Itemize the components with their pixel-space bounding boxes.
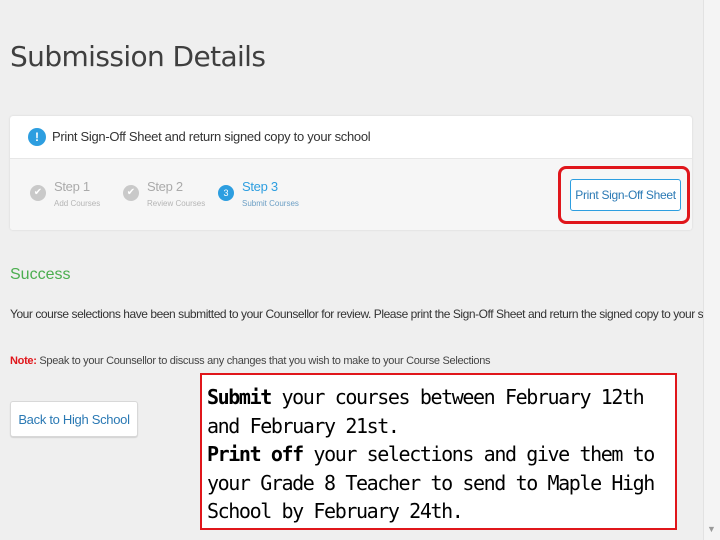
step-number-icon: 3 <box>218 185 234 201</box>
instructions-callout: Submit your courses between February 12t… <box>200 373 677 530</box>
submission-message: Your course selections have been submitt… <box>10 307 720 321</box>
scroll-down-icon[interactable]: ▼ <box>707 524 716 534</box>
step-subtitle: Submit Courses <box>242 199 299 208</box>
step-title: Step 2 <box>147 179 183 194</box>
step-subtitle: Review Courses <box>147 199 206 208</box>
card-header: ! Print Sign-Off Sheet and return signed… <box>10 116 692 159</box>
note: Note: Speak to your Counsellor to discus… <box>10 355 491 367</box>
note-text: Speak to your Counsellor to discuss any … <box>36 355 491 367</box>
step-title: Step 3 <box>242 179 278 194</box>
page-title: Submission Details <box>10 40 266 73</box>
step-title: Step 1 <box>54 179 90 194</box>
check-icon: ✔ <box>123 185 139 201</box>
success-heading: Success <box>10 266 71 283</box>
back-to-high-school-button[interactable]: Back to High School <box>10 401 138 437</box>
info-icon: ! <box>28 128 46 146</box>
check-icon: ✔ <box>30 185 46 201</box>
callout-bold: Submit <box>207 385 272 409</box>
vertical-scrollbar[interactable]: ▼ <box>703 0 720 540</box>
callout-bold: Print off <box>207 442 304 466</box>
callout-line-1: Submit your courses between February 12t… <box>207 383 669 440</box>
callout-line-2: Print off your selections and give them … <box>207 440 669 526</box>
note-label: Note: <box>10 355 37 367</box>
card-header-text: Print Sign-Off Sheet and return signed c… <box>52 129 371 144</box>
callout-text: your courses between February 12th and F… <box>207 385 645 438</box>
print-sign-off-sheet-button[interactable]: Print Sign-Off Sheet <box>570 179 681 211</box>
step-subtitle: Add Courses <box>54 199 101 208</box>
